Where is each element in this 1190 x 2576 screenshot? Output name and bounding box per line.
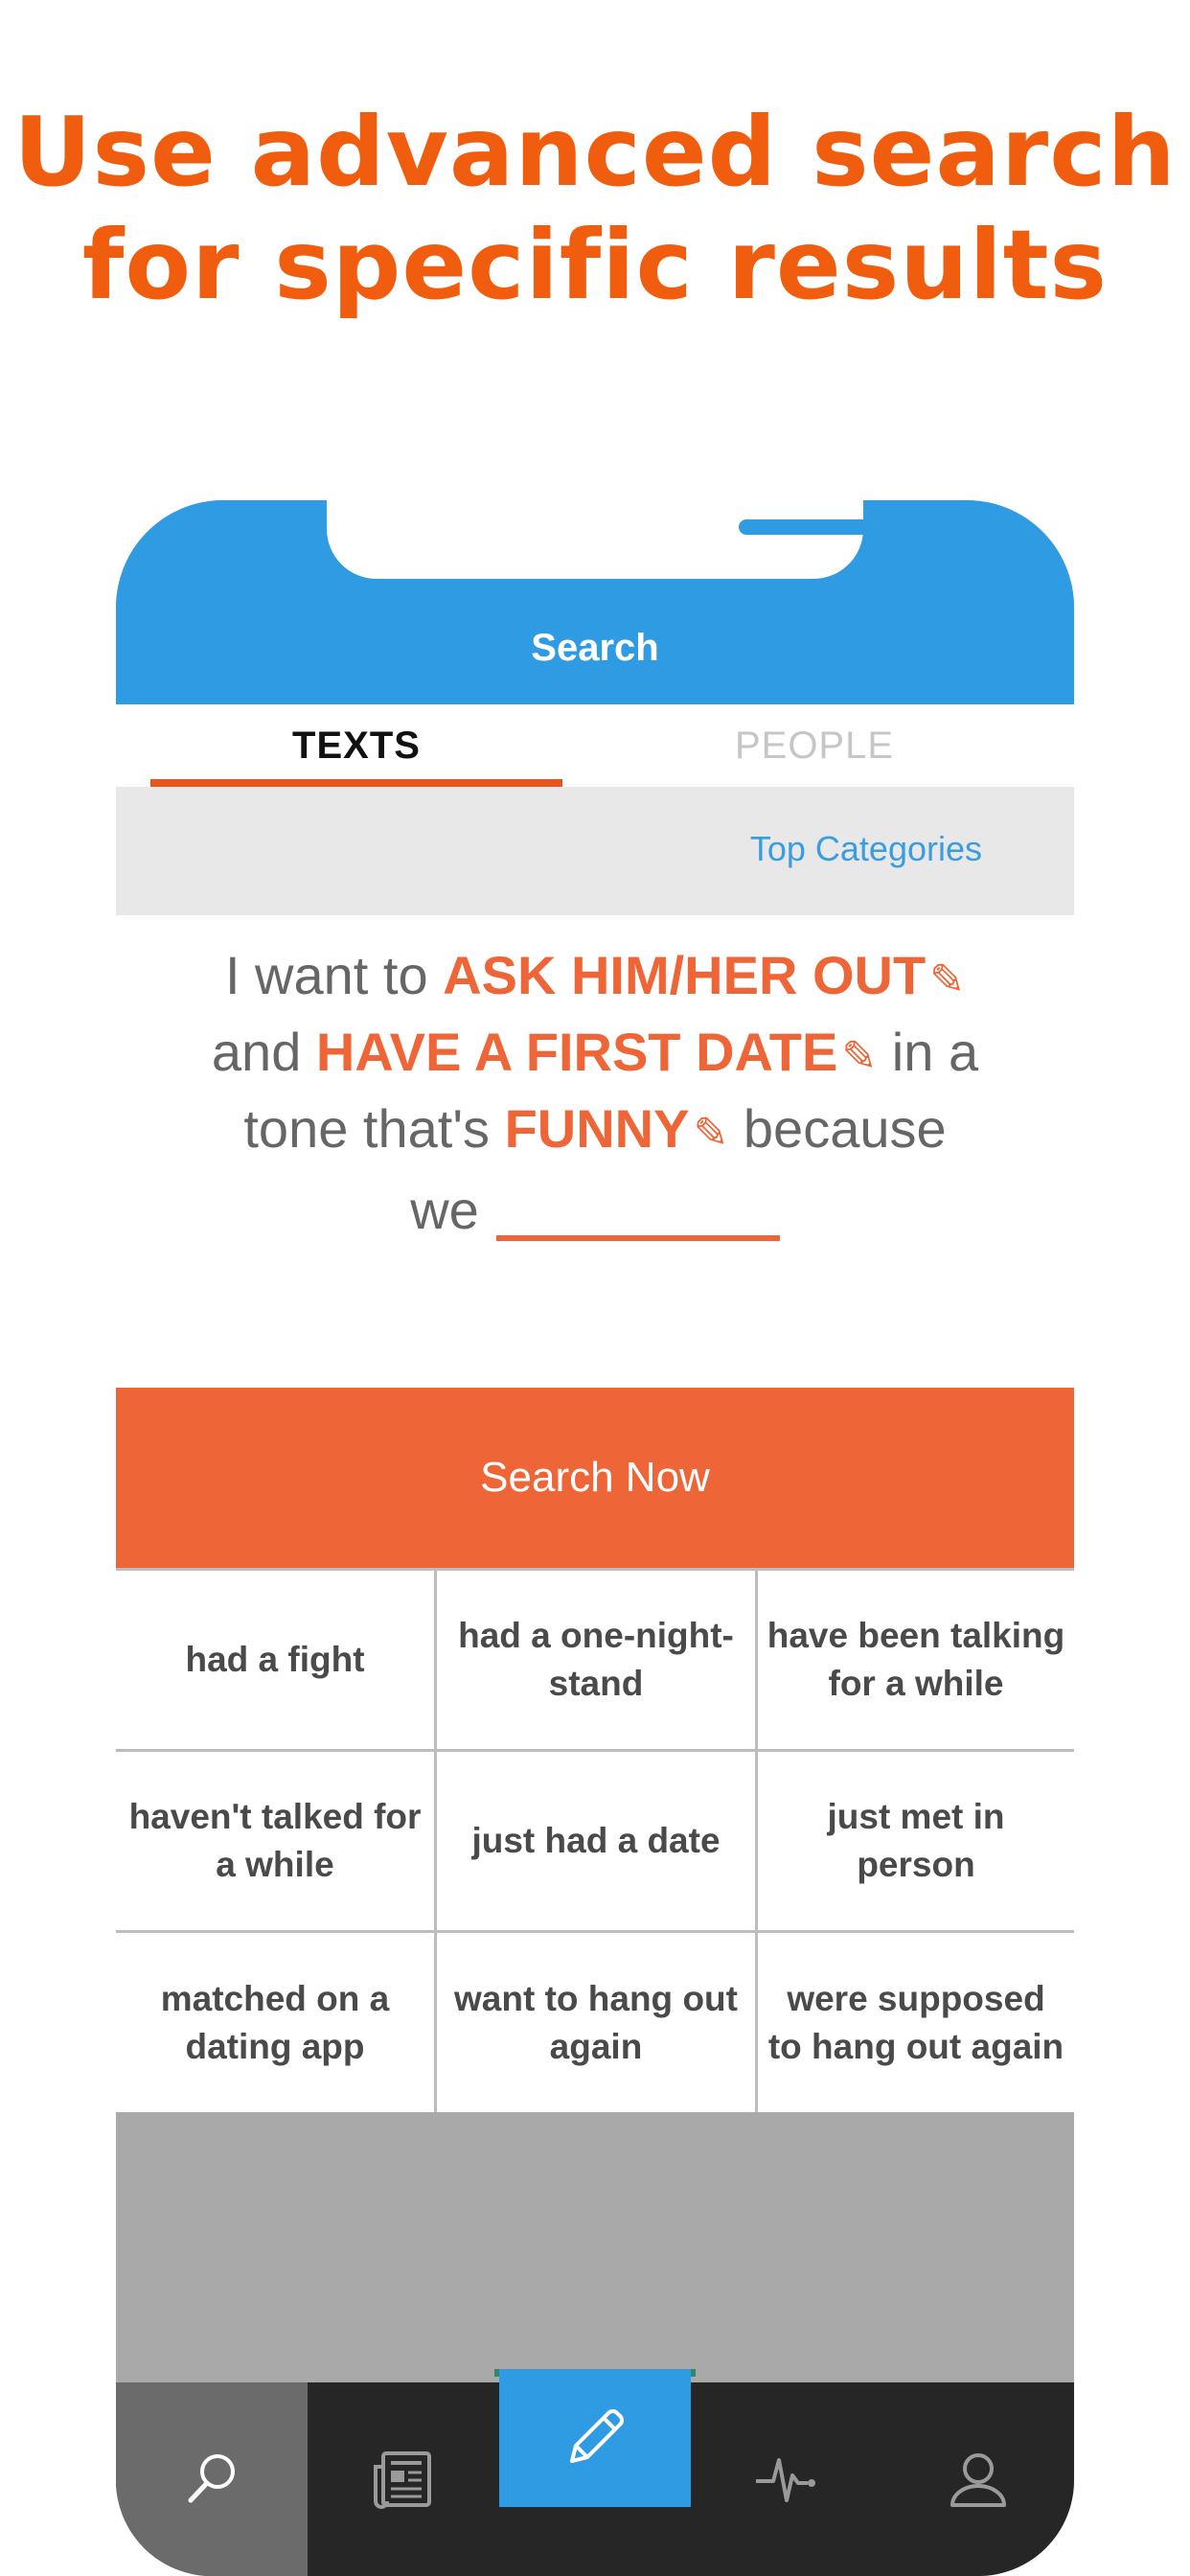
option-cell[interactable]: had a one-night-stand — [437, 1568, 758, 1749]
option-cell[interactable]: had a fight — [116, 1568, 437, 1749]
profile-icon — [947, 2448, 1010, 2511]
sentence-line-3: tone that's FUNNY✎ because — [116, 1097, 1074, 1160]
keyword-goal[interactable]: HAVE A FIRST DATE — [316, 1022, 837, 1082]
tab-bar-feed[interactable] — [308, 2382, 499, 2576]
sentence-text: we — [410, 1180, 479, 1240]
option-cell[interactable]: matched on a dating app — [116, 1930, 437, 2112]
tab-people-label: PEOPLE — [734, 724, 895, 767]
camera-icon — [907, 513, 938, 543]
edit-pencil-icon[interactable]: ✎ — [929, 955, 965, 1004]
empty-area — [116, 2112, 1074, 2382]
edit-pencil-icon[interactable]: ✎ — [841, 1032, 877, 1081]
activity-icon — [752, 2450, 821, 2508]
sentence-text: tone that's — [243, 1098, 491, 1159]
tab-people[interactable]: PEOPLE — [608, 704, 1020, 787]
tab-bar-activity[interactable] — [691, 2382, 882, 2576]
keyword-intent[interactable]: ASK HIM/HER OUT — [443, 945, 926, 1005]
option-cell[interactable]: just had a date — [437, 1749, 758, 1930]
option-cell[interactable]: were supposed to hang out again — [758, 1930, 1074, 2112]
edit-pencil-icon[interactable]: ✎ — [693, 1109, 728, 1158]
headline: Use advanced search for specific results — [0, 96, 1190, 322]
sentence-text: because — [743, 1098, 947, 1159]
phone-frame: Search TEXTS PEOPLE Top Categories I wan… — [116, 500, 1074, 2576]
option-cell[interactable]: haven't talked for a while — [116, 1749, 437, 1930]
tab-bar-search[interactable] — [116, 2382, 308, 2576]
sentence-line-4: we — [116, 1174, 1074, 1241]
active-tab-indicator — [150, 779, 562, 787]
option-cell[interactable]: want to hang out again — [437, 1930, 758, 2112]
tab-strip: TEXTS PEOPLE — [116, 704, 1074, 787]
sentence-text: I want to — [224, 945, 428, 1005]
categories-bar: Top Categories — [116, 787, 1074, 915]
sentence-line-2: and HAVE A FIRST DATE✎ in a — [116, 1021, 1074, 1083]
phone-notch — [327, 500, 938, 579]
search-icon — [181, 2449, 242, 2510]
headline-line-2: for specific results — [81, 209, 1109, 321]
tab-texts[interactable]: TEXTS — [150, 704, 562, 787]
pencil-icon — [559, 2402, 631, 2474]
top-categories-link[interactable]: Top Categories — [750, 829, 982, 869]
speaker-grille — [739, 519, 873, 535]
newspaper-icon — [370, 2446, 437, 2513]
tab-bar-compose[interactable] — [499, 2369, 691, 2507]
situation-blank-input[interactable] — [495, 1174, 780, 1241]
tab-bar-profile[interactable] — [882, 2382, 1074, 2576]
sentence-builder: I want to ASK HIM/HER OUT✎ and HAVE A FI… — [116, 915, 1074, 1409]
header-bar: Search — [116, 500, 1074, 704]
situation-options-grid: had a fight had a one-night-stand have b… — [116, 1568, 1074, 2112]
sentence-line-1: I want to ASK HIM/HER OUT✎ — [116, 944, 1074, 1006]
sentence-text: in a — [891, 1022, 979, 1082]
headline-line-1: Use advanced search — [13, 96, 1177, 208]
bottom-tab-bar — [116, 2369, 1074, 2576]
tab-texts-label: TEXTS — [292, 724, 421, 767]
sentence-text: and — [211, 1022, 302, 1082]
search-now-button[interactable]: Search Now — [116, 1388, 1074, 1568]
option-cell[interactable]: just met in person — [758, 1749, 1074, 1930]
page-title: Search — [531, 627, 659, 669]
keyword-tone[interactable]: FUNNY — [505, 1098, 690, 1159]
option-cell[interactable]: have been talking for a while — [758, 1568, 1074, 1749]
